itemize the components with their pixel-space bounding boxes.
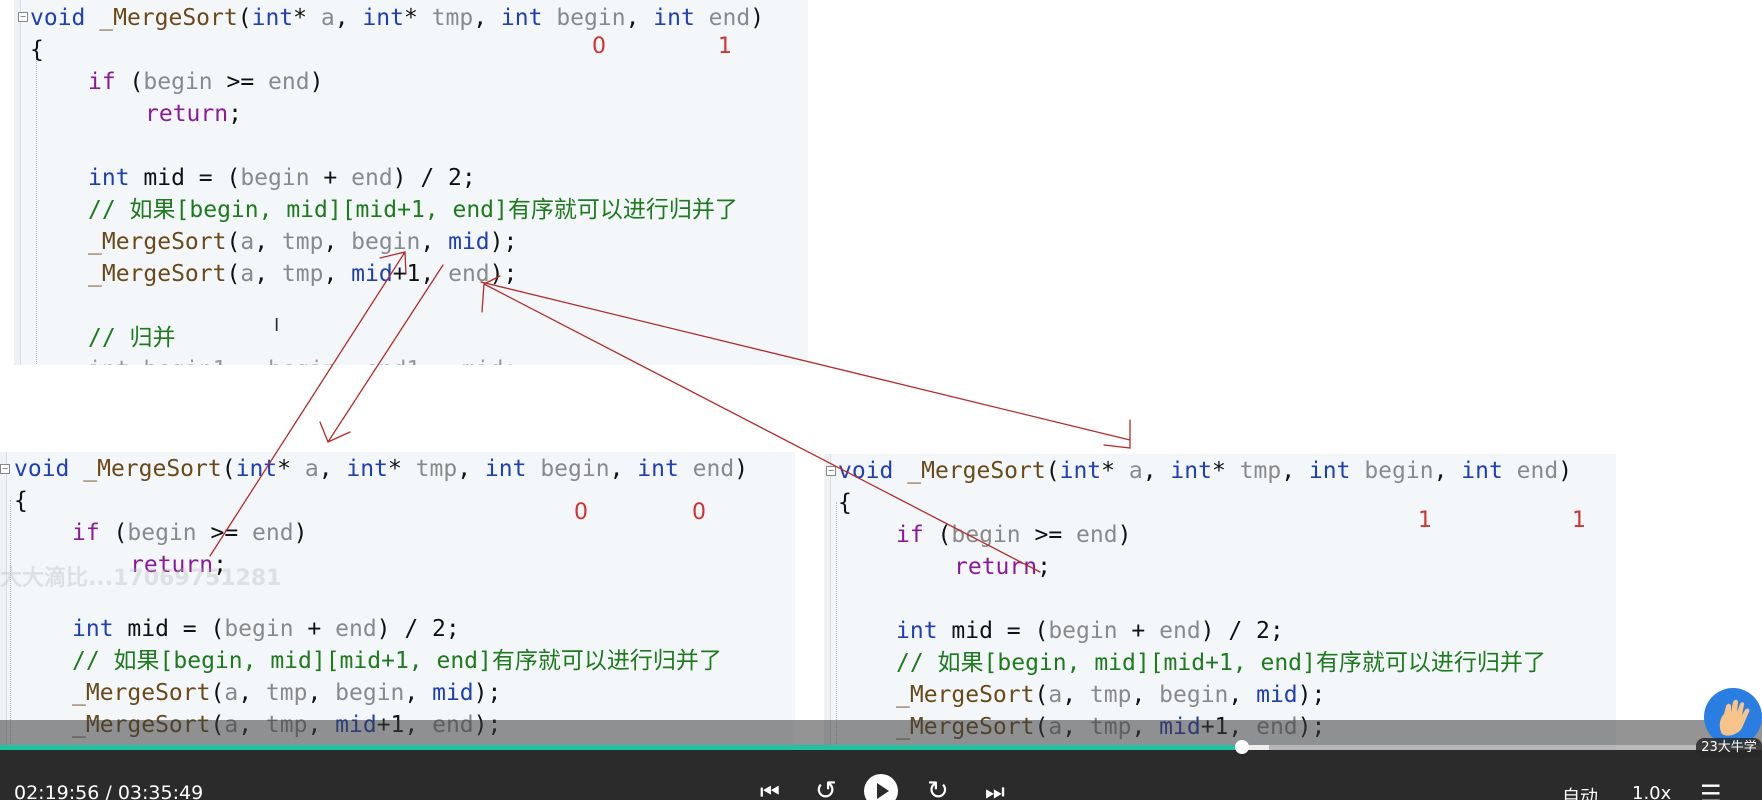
code-line-comment-cond: // 如果[begin, mid][mid+1, end]有序就可以进行归并了 [88,197,738,223]
code-line-open-brace: { [838,490,852,516]
play-button[interactable] [864,774,898,808]
indent-guide [836,502,837,754]
code-line-open-brace: { [30,37,44,63]
fold-toggle-icon[interactable]: − [18,12,28,22]
playback-time: 02:19:56 / 03:35:49 [14,782,204,804]
code-line-signature: void _MergeSort(int* a, int* tmp, int be… [14,456,749,482]
code-line-comment-cond: // 如果[begin, mid][mid+1, end]有序就可以进行归并了 [72,648,722,674]
code-line-call-left: _MergeSort(a, tmp, begin, mid); [896,682,1326,708]
annotation-left-end: 0 [692,500,706,525]
code-line-if: if (begin >= end) [88,69,324,95]
play-icon [877,783,889,799]
skip-next-icon[interactable]: ⏭ [985,780,1005,805]
quality-auto-button[interactable]: 自动 [1562,783,1598,809]
code-line-partial: int begin1 = begin, end1 = mid; [88,354,517,365]
annotation-top-begin: 0 [592,34,606,59]
progress-played [0,745,1243,750]
rewind-5-icon[interactable]: ↺ [815,776,837,806]
code-line-return: return; [145,101,242,127]
code-line-call-right: _MergeSort(a, tmp, mid+1, end); [88,261,518,287]
code-line-mid-decl: int mid = (begin + end) / 2; [72,616,460,642]
code-line-comment-merge: // 归并 [88,325,176,351]
code-line-open-brace: { [14,488,28,514]
text-cursor-icon: I [274,315,280,336]
editor-gutter [0,452,7,752]
fold-toggle-icon[interactable]: − [826,466,836,476]
speed-button[interactable]: 1.0x [1632,783,1671,804]
code-line-call-left: _MergeSort(a, tmp, begin, mid); [88,229,518,255]
progress-bar[interactable] [0,740,1762,754]
annotation-top-end: 1 [718,34,732,59]
code-panel-bottom-left: − void _MergeSort(int* a, int* tmp, int … [0,452,795,752]
code-panel-bottom-right: − void _MergeSort(int* a, int* tmp, int … [824,454,1616,754]
skip-previous-icon[interactable]: ⏮ [760,780,780,805]
code-line-return: return; [954,554,1051,580]
code-line-comment-cond: // 如果[begin, mid][mid+1, end]有序就可以进行归并了 [896,650,1546,676]
indent-guide [10,500,11,752]
code-line-mid-decl: int mid = (begin + end) / 2; [896,618,1284,644]
avatar-label: 23大牛学 [1696,738,1762,758]
code-line-mid-decl: int mid = (begin + end) / 2; [88,165,476,191]
code-line-call-left: _MergeSort(a, tmp, begin, mid); [72,680,502,706]
code-line-if: if (begin >= end) [896,522,1132,548]
fold-toggle-icon[interactable]: − [0,464,10,474]
code-line-signature: void _MergeSort(int* a, int* tmp, int be… [30,5,765,31]
code-line-if: if (begin >= end) [72,520,308,546]
annotation-right-end: 1 [1572,508,1586,533]
code-line-signature: void _MergeSort(int* a, int* tmp, int be… [838,458,1573,484]
watermark: 大大滴比...17069751281 [0,566,282,591]
annotation-right-begin: 1 [1418,508,1432,533]
forward-5-icon[interactable]: ↻ [927,776,949,806]
editor-gutter [14,0,21,365]
playlist-icon[interactable]: ☰ [1700,780,1722,808]
code-panel-top: − void _MergeSort(int* a, int* tmp, int … [14,0,808,365]
indent-guide [36,48,37,365]
editor-gutter [824,454,831,754]
annotation-left-begin: 0 [574,500,588,525]
